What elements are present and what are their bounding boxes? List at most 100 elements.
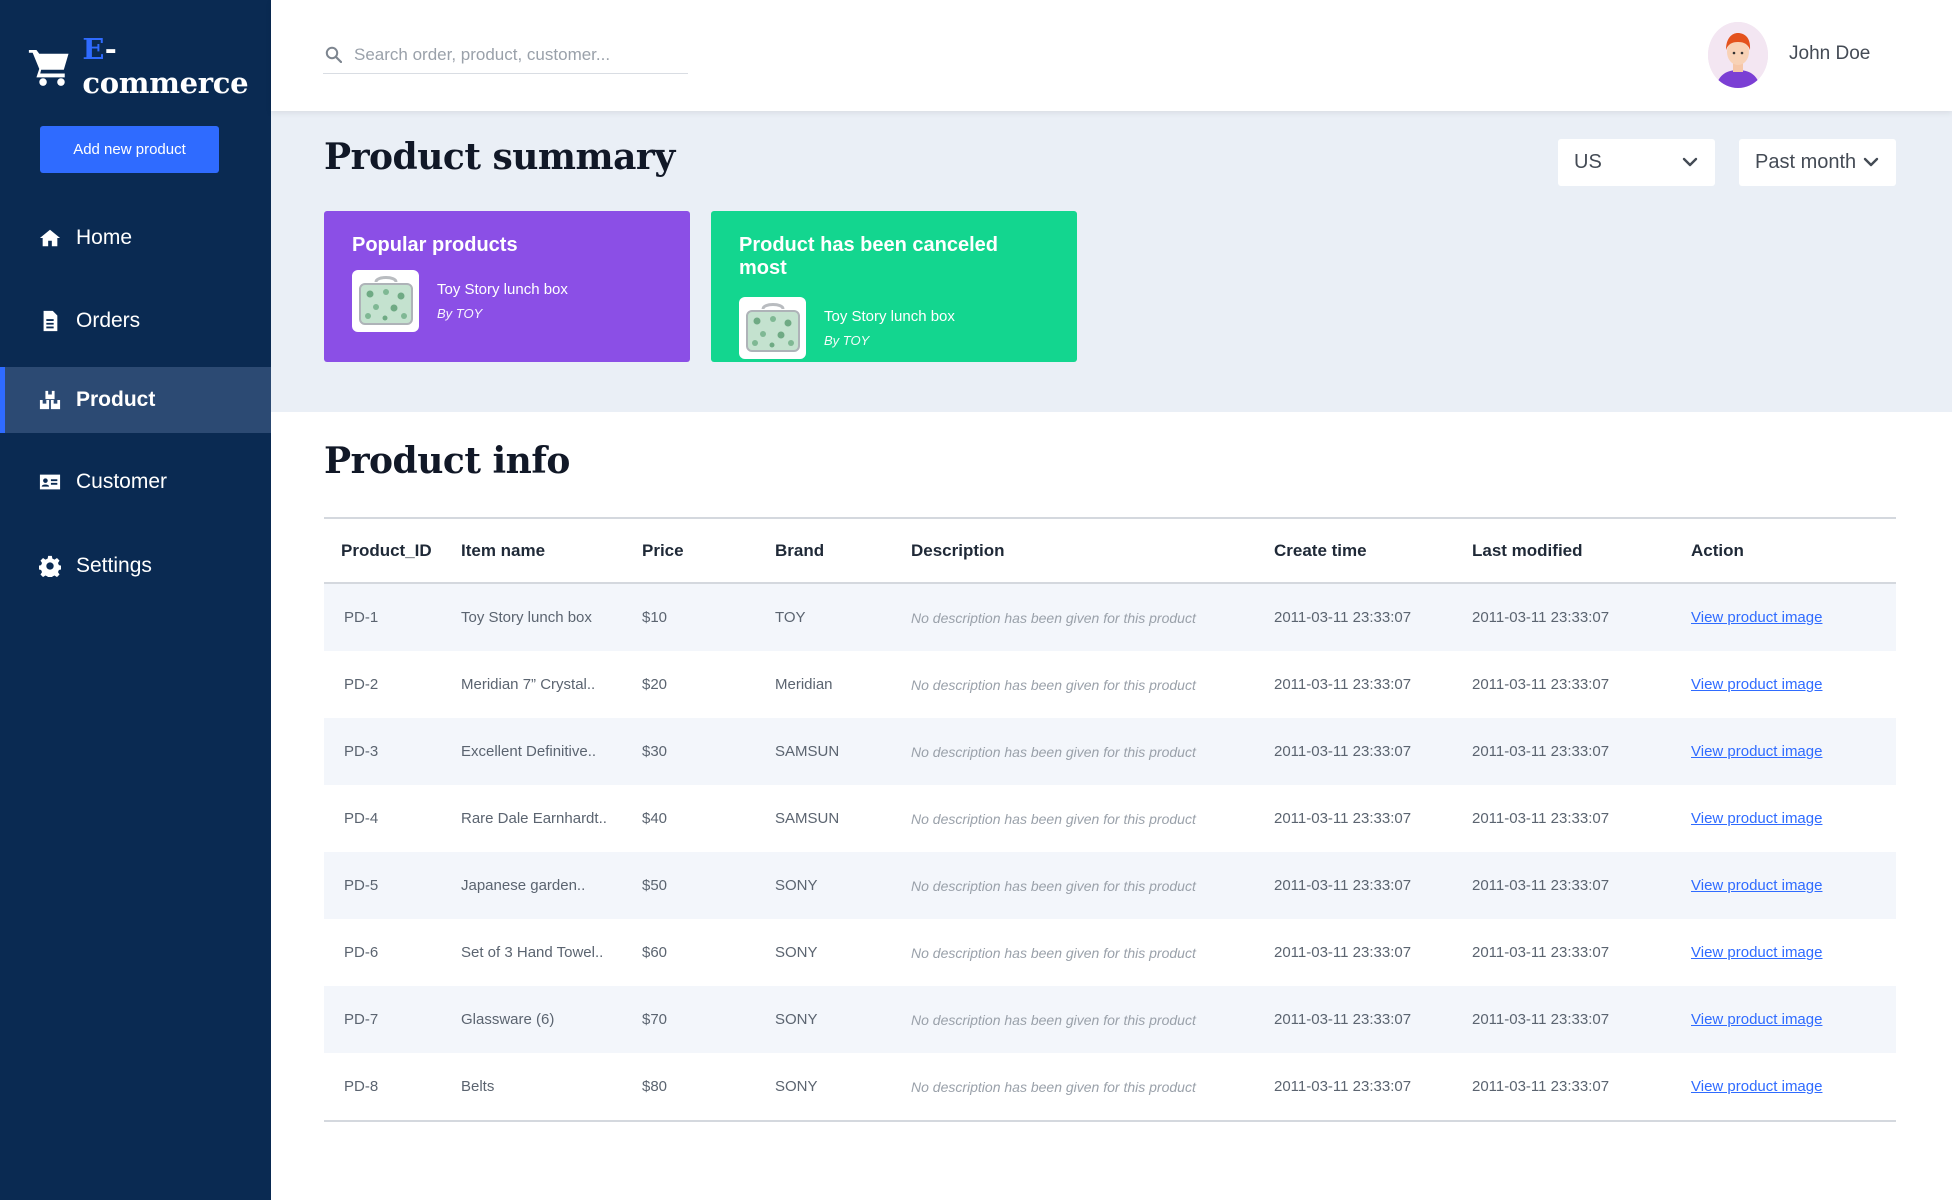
column-header-brand[interactable]: Brand bbox=[775, 541, 911, 561]
card-body: Toy Story lunch box By TOY bbox=[739, 297, 1049, 359]
column-header-price[interactable]: Price bbox=[642, 541, 775, 561]
product-thumbnail bbox=[739, 297, 806, 359]
table-row: PD-2 Meridian 7” Crystal.. $20 Meridian … bbox=[324, 651, 1896, 718]
column-header-last-modified[interactable]: Last modified bbox=[1472, 541, 1691, 561]
product-info-title: Product info bbox=[324, 440, 570, 482]
sidebar-item-label: Product bbox=[76, 388, 156, 411]
page-title: Product summary bbox=[324, 136, 675, 178]
cell-last-modified: 2011-03-11 23:33:07 bbox=[1472, 676, 1610, 693]
region-select[interactable]: US bbox=[1558, 139, 1715, 186]
cell-product-id: PD-6 bbox=[344, 944, 379, 961]
cell-item-name: Excellent Definitive.. bbox=[461, 743, 597, 760]
product-table: Product_ID Item name Price Brand Descrip… bbox=[324, 517, 1896, 1122]
cell-item-name: Toy Story lunch box bbox=[461, 609, 592, 626]
table-row: PD-4 Rare Dale Earnhardt.. $40 SAMSUN No… bbox=[324, 785, 1896, 852]
cell-price: $30 bbox=[642, 743, 668, 760]
cell-item-name: Japanese garden.. bbox=[461, 877, 586, 894]
sidebar-item-orders[interactable]: Orders bbox=[0, 288, 271, 354]
view-product-image-link[interactable]: View product image bbox=[1691, 810, 1822, 827]
cell-price: $70 bbox=[642, 1011, 668, 1028]
column-header-create-time[interactable]: Create time bbox=[1274, 541, 1472, 561]
id-card-icon bbox=[38, 470, 62, 494]
cell-item-name: Meridian 7” Crystal.. bbox=[461, 676, 596, 693]
sidebar: E-commerce Add new product Home Orders P… bbox=[0, 0, 271, 1200]
cell-description: No description has been given for this p… bbox=[911, 877, 1196, 894]
search-bar bbox=[323, 36, 688, 74]
cell-create-time: 2011-03-11 23:33:07 bbox=[1274, 810, 1412, 827]
avatar[interactable] bbox=[1708, 22, 1768, 88]
product-summary-section: Product summary US Past month Popular pr… bbox=[271, 111, 1952, 412]
cell-product-id: PD-7 bbox=[344, 1011, 379, 1028]
period-select[interactable]: Past month bbox=[1739, 139, 1896, 186]
sidebar-item-label: Customer bbox=[76, 470, 168, 493]
card-product-info: Toy Story lunch box By TOY bbox=[824, 308, 955, 348]
card-title: Product has been canceled most bbox=[739, 234, 998, 279]
column-header-item-name[interactable]: Item name bbox=[461, 541, 642, 561]
cell-description: No description has been given for this p… bbox=[911, 944, 1196, 961]
view-product-image-link[interactable]: View product image bbox=[1691, 676, 1822, 693]
sidebar-item-label: Home bbox=[76, 226, 133, 249]
cell-create-time: 2011-03-11 23:33:07 bbox=[1274, 877, 1412, 894]
cell-product-id: PD-4 bbox=[344, 810, 379, 827]
sidebar-item-home[interactable]: Home bbox=[0, 205, 271, 271]
brand-rest: -commerce bbox=[82, 32, 249, 100]
cell-product-id: PD-2 bbox=[344, 676, 379, 693]
cell-item-name: Rare Dale Earnhardt.. bbox=[461, 810, 607, 827]
view-product-image-link[interactable]: View product image bbox=[1691, 1078, 1822, 1095]
view-product-image-link[interactable]: View product image bbox=[1691, 944, 1822, 961]
popular-products-card[interactable]: Popular products Toy Story lunch box By … bbox=[324, 211, 690, 362]
table-row: PD-3 Excellent Definitive.. $30 SAMSUN N… bbox=[324, 718, 1896, 785]
cell-last-modified: 2011-03-11 23:33:07 bbox=[1472, 1011, 1610, 1028]
sidebar-item-customer[interactable]: Customer bbox=[0, 449, 271, 515]
view-product-image-link[interactable]: View product image bbox=[1691, 1011, 1822, 1028]
cell-brand: SONY bbox=[775, 1011, 818, 1028]
card-product-brand: By TOY bbox=[824, 333, 870, 348]
card-product-name: Toy Story lunch box bbox=[437, 281, 568, 298]
sidebar-item-settings[interactable]: Settings bbox=[0, 533, 271, 599]
brand-name: E-commerce bbox=[82, 32, 271, 100]
cell-item-name: Glassware (6) bbox=[461, 1011, 555, 1028]
search-icon bbox=[325, 46, 342, 63]
table-row: PD-8 Belts $80 SONY No description has b… bbox=[324, 1053, 1896, 1120]
cell-last-modified: 2011-03-11 23:33:07 bbox=[1472, 877, 1610, 894]
cell-price: $80 bbox=[642, 1078, 668, 1095]
cell-brand: SONY bbox=[775, 877, 818, 894]
card-product-info: Toy Story lunch box By TOY bbox=[437, 281, 568, 321]
cell-create-time: 2011-03-11 23:33:07 bbox=[1274, 609, 1412, 626]
search-input[interactable] bbox=[354, 44, 674, 65]
cell-item-name: Set of 3 Hand Towel.. bbox=[461, 944, 604, 961]
view-product-image-link[interactable]: View product image bbox=[1691, 743, 1822, 760]
column-header-product-id[interactable]: Product_ID bbox=[324, 541, 461, 561]
cell-description: No description has been given for this p… bbox=[911, 810, 1196, 827]
cell-price: $60 bbox=[642, 944, 668, 961]
cell-item-name: Belts bbox=[461, 1078, 495, 1095]
region-select-value: US bbox=[1574, 151, 1602, 173]
cell-brand: Meridian bbox=[775, 676, 833, 693]
brand-logo[interactable]: E-commerce bbox=[27, 32, 271, 100]
shopping-cart-icon bbox=[28, 49, 69, 86]
brand-initial: E bbox=[82, 32, 105, 66]
add-new-product-button[interactable]: Add new product bbox=[40, 126, 219, 173]
table-row: PD-5 Japanese garden.. $50 SONY No descr… bbox=[324, 852, 1896, 919]
cell-last-modified: 2011-03-11 23:33:07 bbox=[1472, 743, 1610, 760]
cell-price: $10 bbox=[642, 609, 668, 626]
sidebar-item-label: Settings bbox=[76, 554, 152, 577]
most-canceled-product-card[interactable]: Product has been canceled most Toy Story… bbox=[711, 211, 1077, 362]
table-row: PD-1 Toy Story lunch box $10 TOY No desc… bbox=[324, 584, 1896, 651]
cell-price: $20 bbox=[642, 676, 668, 693]
sidebar-item-product[interactable]: Product bbox=[0, 367, 271, 433]
user-name[interactable]: John Doe bbox=[1789, 43, 1870, 65]
lunch-box-image bbox=[358, 276, 413, 325]
user-avatar-image bbox=[1708, 22, 1768, 88]
cell-product-id: PD-3 bbox=[344, 743, 379, 760]
cell-description: No description has been given for this p… bbox=[911, 676, 1196, 693]
cell-description: No description has been given for this p… bbox=[911, 1078, 1196, 1095]
period-select-value: Past month bbox=[1755, 151, 1857, 173]
view-product-image-link[interactable]: View product image bbox=[1691, 609, 1822, 626]
column-header-description[interactable]: Description bbox=[911, 541, 1274, 561]
cell-last-modified: 2011-03-11 23:33:07 bbox=[1472, 1078, 1610, 1095]
cell-last-modified: 2011-03-11 23:33:07 bbox=[1472, 609, 1610, 626]
table-row: PD-6 Set of 3 Hand Towel.. $60 SONY No d… bbox=[324, 919, 1896, 986]
cell-create-time: 2011-03-11 23:33:07 bbox=[1274, 743, 1412, 760]
view-product-image-link[interactable]: View product image bbox=[1691, 877, 1822, 894]
